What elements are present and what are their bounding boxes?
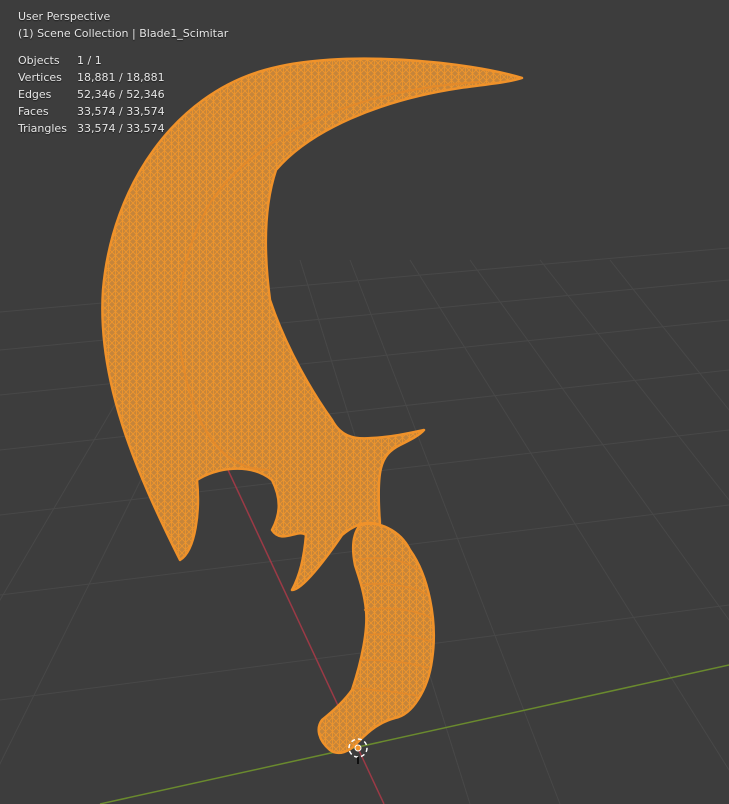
view-name: User Perspective (18, 10, 111, 23)
stat-faces: Faces 33,574 / 33,574 (18, 105, 165, 118)
stat-objects: Objects 1 / 1 (18, 54, 102, 67)
stat-triangles: Triangles 33,574 / 33,574 (18, 122, 165, 135)
3d-viewport[interactable]: User Perspective (1) Scene Collection | … (0, 0, 729, 804)
stat-edges: Edges 52,346 / 52,346 (18, 88, 165, 101)
viewport-info-overlay: User Perspective (1) Scene Collection | … (18, 8, 228, 137)
collection-line: (1) Scene Collection | Blade1_Scimitar (18, 27, 229, 40)
stat-vertices: Vertices 18,881 / 18,881 (18, 71, 165, 84)
scimitar-blade[interactable] (101, 57, 524, 592)
scene-statistics: Objects 1 / 1 Vertices 18,881 / 18,881 E… (18, 52, 228, 137)
